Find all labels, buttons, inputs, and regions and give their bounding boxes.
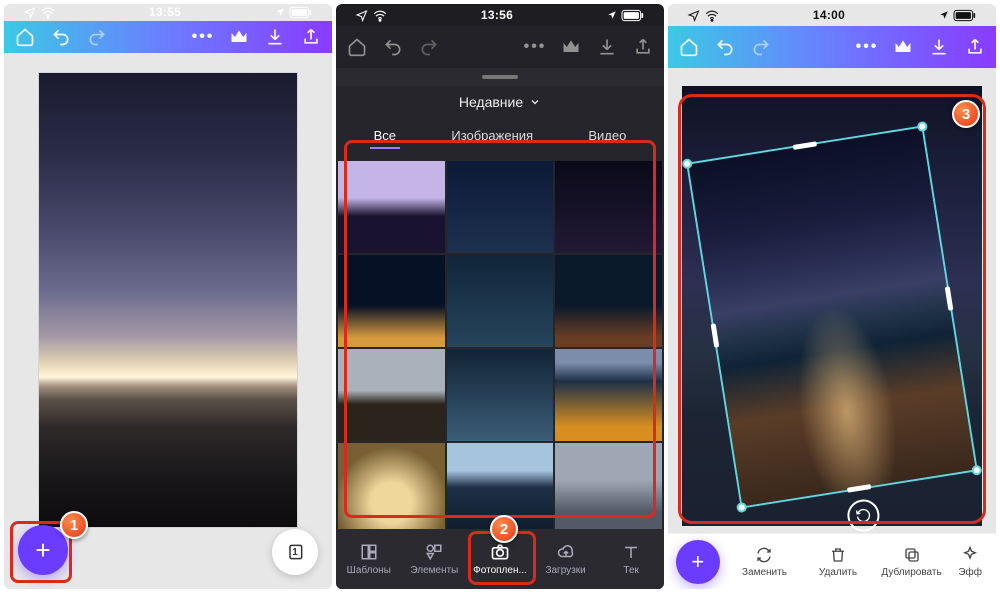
redo-icon[interactable] — [418, 36, 440, 58]
camera-icon — [490, 542, 510, 562]
download-icon[interactable] — [596, 36, 618, 58]
action-replace[interactable]: Заменить — [730, 546, 800, 578]
undo-icon[interactable] — [714, 36, 736, 58]
chevron-down-icon — [529, 96, 541, 108]
airplane-mode-icon — [356, 9, 368, 21]
battery-icon — [290, 7, 312, 18]
photo-thumbnail[interactable] — [555, 161, 662, 253]
phone-1: 13:55 ••• + 1 1 — [4, 4, 332, 589]
photo-thumbnail[interactable] — [447, 255, 554, 347]
artboard[interactable] — [682, 86, 982, 526]
wifi-icon — [373, 9, 387, 21]
status-time: 13:56 — [481, 8, 513, 22]
undo-icon[interactable] — [50, 26, 72, 48]
add-element-button[interactable]: + — [676, 540, 720, 584]
artboard[interactable] — [39, 73, 297, 527]
redo-icon[interactable] — [86, 26, 108, 48]
photo-thumbnail[interactable] — [555, 255, 662, 347]
photo-thumbnail[interactable] — [555, 349, 662, 441]
effects-icon — [961, 546, 979, 564]
replace-icon — [755, 546, 773, 564]
tab-templates[interactable]: Шаблоны — [338, 542, 400, 576]
home-icon[interactable] — [346, 36, 368, 58]
redo-icon[interactable] — [750, 36, 772, 58]
trash-icon — [829, 546, 847, 564]
battery-icon — [954, 10, 976, 21]
editor-toolbar: ••• — [4, 21, 332, 53]
share-icon[interactable] — [964, 36, 986, 58]
cloud-upload-icon — [556, 542, 576, 562]
action-duplicate[interactable]: Дублировать — [877, 546, 947, 578]
location-icon — [275, 7, 285, 17]
tab-uploads[interactable]: Загрузки — [535, 542, 597, 576]
undo-icon[interactable] — [382, 36, 404, 58]
more-icon[interactable]: ••• — [192, 26, 214, 48]
recent-label: Недавние — [459, 94, 523, 110]
page-count-button[interactable]: 1 — [272, 529, 318, 575]
crown-icon[interactable] — [892, 36, 914, 58]
phone-3: 14:00 ••• — [668, 4, 996, 589]
location-icon — [607, 10, 617, 20]
more-icon[interactable]: ••• — [524, 36, 546, 58]
background-image — [39, 73, 297, 527]
airplane-mode-icon — [24, 6, 36, 18]
action-delete[interactable]: Удалить — [803, 546, 873, 578]
add-element-button[interactable]: + — [18, 525, 68, 575]
more-icon[interactable]: ••• — [856, 36, 878, 58]
photo-thumbnail[interactable] — [447, 161, 554, 253]
status-bar: 14:00 — [668, 4, 996, 26]
tab-video[interactable]: Видео — [584, 124, 630, 149]
photo-thumbnail[interactable] — [338, 443, 445, 529]
status-time: 14:00 — [813, 8, 845, 22]
photo-thumbnail[interactable] — [555, 443, 662, 529]
element-action-bar: + Заменить Удалить Дублировать Эфф — [668, 533, 996, 589]
canvas-area[interactable]: + 1 — [4, 53, 332, 589]
tab-camera-roll[interactable]: Фотоплен... — [469, 542, 531, 576]
location-icon — [939, 10, 949, 20]
share-icon[interactable] — [632, 36, 654, 58]
action-effects[interactable]: Эфф — [950, 546, 990, 578]
tab-images[interactable]: Изображения — [447, 124, 537, 149]
recent-dropdown[interactable]: Недавние — [336, 86, 664, 118]
download-icon[interactable] — [264, 26, 286, 48]
phone-2: 13:56 ••• Недавние Все Изображения Видео — [336, 4, 664, 589]
text-icon — [621, 542, 641, 562]
tab-all[interactable]: Все — [370, 124, 400, 149]
photo-thumbnail[interactable] — [447, 349, 554, 441]
photo-grid — [336, 159, 664, 529]
status-time: 13:55 — [149, 5, 181, 19]
crown-icon[interactable] — [228, 26, 250, 48]
photo-thumbnail[interactable] — [338, 255, 445, 347]
tab-elements[interactable]: Элементы — [403, 542, 465, 576]
canvas-area[interactable] — [668, 68, 996, 589]
page-count: 1 — [292, 547, 298, 558]
download-icon[interactable] — [928, 36, 950, 58]
home-icon[interactable] — [14, 26, 36, 48]
elements-icon — [424, 542, 444, 562]
templates-icon — [359, 542, 379, 562]
media-filter-tabs: Все Изображения Видео — [336, 118, 664, 159]
editor-toolbar: ••• — [668, 26, 996, 68]
status-bar: 13:55 — [4, 4, 332, 21]
selected-image — [688, 128, 975, 507]
wifi-icon — [41, 6, 55, 18]
drawer-handle[interactable] — [336, 68, 664, 86]
step-badge-1: 1 — [60, 511, 88, 539]
airplane-mode-icon — [688, 9, 700, 21]
home-icon[interactable] — [678, 36, 700, 58]
step-badge-3: 3 — [952, 100, 980, 128]
step-badge-2: 2 — [490, 515, 518, 543]
status-bar: 13:56 — [336, 4, 664, 26]
photo-thumbnail[interactable] — [338, 161, 445, 253]
battery-icon — [622, 10, 644, 21]
duplicate-icon — [903, 546, 921, 564]
photo-thumbnail[interactable] — [338, 349, 445, 441]
tab-text[interactable]: Тек — [600, 542, 662, 576]
editor-toolbar: ••• — [336, 26, 664, 68]
crown-icon[interactable] — [560, 36, 582, 58]
share-icon[interactable] — [300, 26, 322, 48]
wifi-icon — [705, 9, 719, 21]
